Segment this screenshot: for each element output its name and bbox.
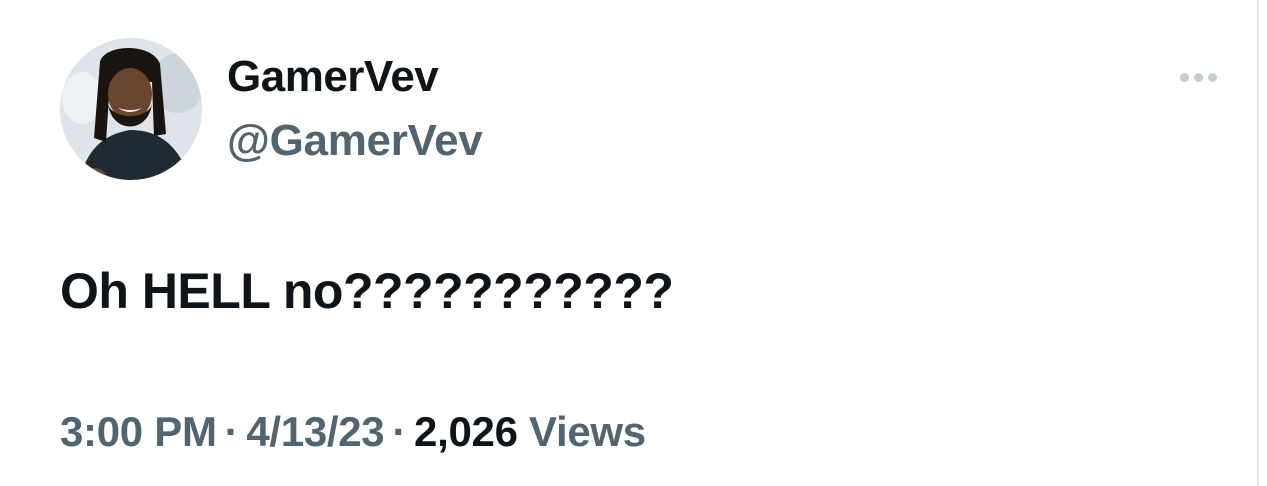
right-border <box>1257 0 1259 486</box>
tweet-time[interactable]: 3:00 PM <box>60 408 217 455</box>
ellipsis-icon <box>1193 72 1203 82</box>
ellipsis-icon <box>1207 72 1217 82</box>
views-label: Views <box>529 408 646 455</box>
separator: · <box>224 408 239 455</box>
profile-photo-icon <box>60 38 202 180</box>
tweet-date[interactable]: 4/13/23 <box>246 408 384 455</box>
tweet-text: Oh HELL no??????????? <box>60 263 674 319</box>
avatar[interactable] <box>60 38 202 180</box>
author-handle[interactable]: @GamerVev <box>227 116 483 166</box>
author-display-name[interactable]: GamerVev <box>227 52 439 102</box>
view-count: 2,026 <box>414 408 518 455</box>
more-options-button[interactable] <box>1170 60 1226 94</box>
separator: · <box>392 408 407 455</box>
tweet-meta: 3:00 PM · 4/13/23 · 2,026 Views <box>60 408 646 456</box>
ellipsis-icon <box>1179 72 1189 82</box>
